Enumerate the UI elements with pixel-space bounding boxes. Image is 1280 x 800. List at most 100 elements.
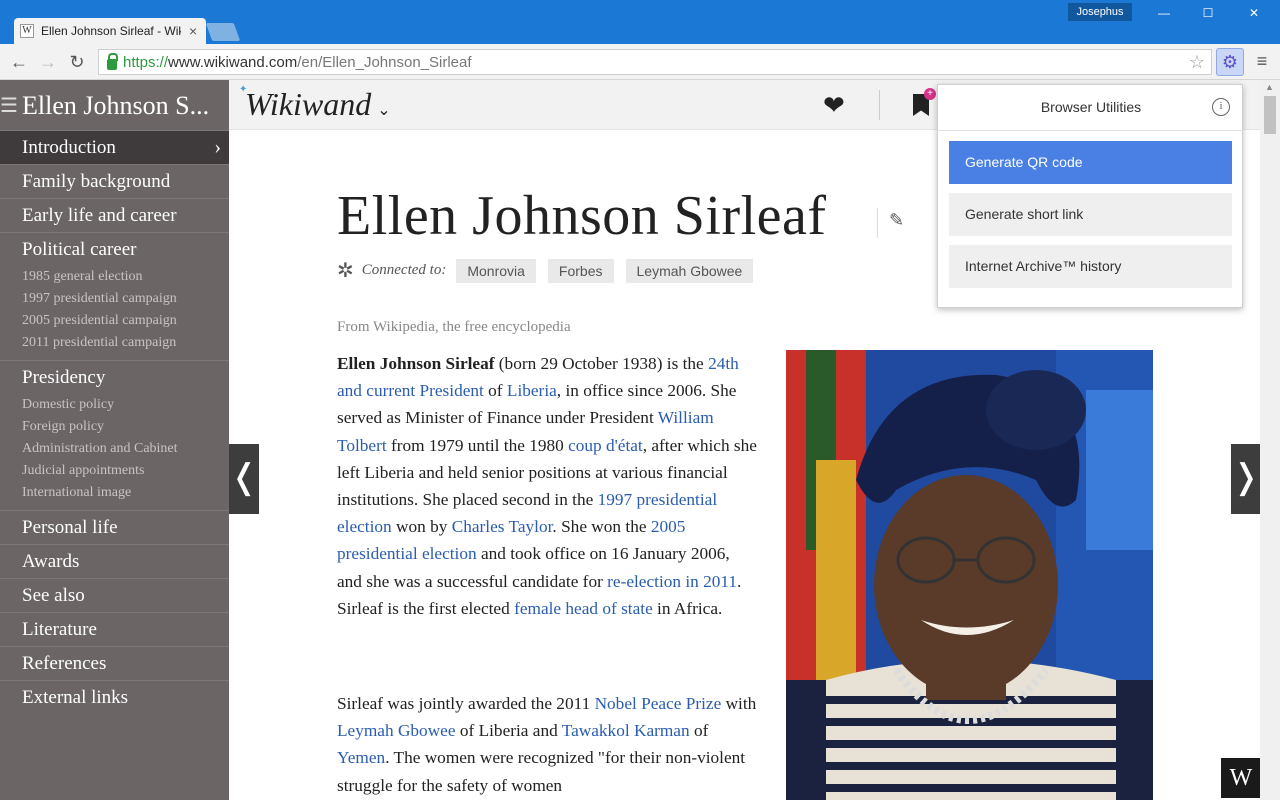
table-of-contents-sidebar: ☰ Ellen Johnson S... Introduction › Family… <box>0 80 229 800</box>
article-text: Ellen Johnson Sirleaf <box>337 354 495 373</box>
toc-section: Early life and career <box>0 198 229 232</box>
url-text: https://www.wikiwand.com/en/Ellen_Johnso… <box>123 53 472 71</box>
chevron-right-icon: › <box>214 136 221 158</box>
network-icon: ✲ <box>337 260 354 282</box>
article-text: (born 29 October 1938) is the <box>494 354 709 373</box>
connected-chip[interactable]: Monrovia <box>456 258 536 283</box>
toc-item[interactable]: Family background <box>22 165 229 198</box>
title-divider <box>877 208 878 238</box>
article-link[interactable]: female head of state <box>514 599 653 618</box>
connected-chip[interactable]: Leymah Gbowee <box>625 258 754 283</box>
tab-close-icon[interactable]: × <box>189 23 197 39</box>
browser-tab[interactable]: W Ellen Johnson Sirleaf - Wik × <box>14 18 206 44</box>
article-text: of Liberia and <box>455 721 562 741</box>
connected-chip[interactable]: Forbes <box>547 258 614 283</box>
toc-section: Presidency Domestic policy Foreign policy A… <box>0 360 229 510</box>
portrait-image <box>786 350 1153 800</box>
source-note: From Wikipedia, the free encyclopedia <box>337 319 571 335</box>
previous-arrow-button[interactable]: ❬ <box>229 444 259 514</box>
toc-item[interactable]: Presidency <box>22 361 229 394</box>
gear-icon[interactable]: ⚙ <box>1216 48 1244 76</box>
logo-text: Wikiwand <box>245 86 372 122</box>
toc-subitem[interactable]: Foreign policy <box>22 416 229 438</box>
generate-qr-code-button[interactable]: Generate QR code <box>949 141 1232 184</box>
article-link[interactable]: Nobel Peace Prize <box>595 694 722 713</box>
toc-subitem[interactable]: 1985 general election <box>22 266 229 288</box>
article-link[interactable]: Charles Taylor <box>452 517 553 536</box>
scroll-up-icon[interactable]: ▲ <box>1265 82 1274 92</box>
toc-section: Awards <box>0 544 229 578</box>
star-icon[interactable]: ☆ <box>1189 52 1205 73</box>
sparkle-icon: ✦ <box>239 84 248 95</box>
bookmark-badge: + <box>924 88 936 100</box>
toc-subitem[interactable]: Domestic policy <box>22 394 229 416</box>
toc-item[interactable]: See also <box>22 579 229 612</box>
next-arrow-button[interactable]: ❭ <box>1231 444 1261 514</box>
toc-item[interactable]: Political career <box>22 233 229 266</box>
toc-item[interactable]: Literature <box>22 613 229 646</box>
toc-item[interactable]: Personal life <box>22 511 229 544</box>
hamburger-icon[interactable]: ☰ <box>0 88 18 124</box>
toc-section: References <box>0 646 229 680</box>
page-title: Ellen Johnson Sirleaf <box>337 185 827 247</box>
article-link[interactable]: Tawakkol Karman <box>562 721 690 740</box>
article-link[interactable]: Yemen <box>337 748 385 767</box>
toc-section: External links <box>0 680 229 714</box>
toc-item[interactable]: Introduction <box>22 131 229 164</box>
article-link[interactable]: Liberia <box>507 381 557 400</box>
article-link[interactable]: Leymah Gbowee <box>337 721 456 740</box>
toc-subitem[interactable]: International image <box>22 482 229 504</box>
toc-subitem[interactable]: Administration and Cabinet <box>22 438 229 460</box>
toc-subitem[interactable]: 2011 presidential campaign <box>22 332 229 354</box>
article-link[interactable]: coup d'état <box>568 436 643 455</box>
sidebar-title-text: Ellen Johnson S... <box>22 91 210 120</box>
toc-subitem[interactable]: 2005 presidential campaign <box>22 310 229 332</box>
pencil-icon[interactable]: ✎ <box>889 210 904 231</box>
toc-subitem[interactable]: Judicial appointments <box>22 460 229 482</box>
article-text: of <box>483 381 507 401</box>
back-arrow-icon[interactable]: ← <box>8 51 30 73</box>
popup-title: Browser Utilities <box>938 85 1244 131</box>
wikiwand-corner-logo[interactable]: W <box>1221 758 1261 798</box>
minimize-icon[interactable]: — <box>1154 4 1174 22</box>
toc-sublist: 1985 general election 1997 presidential c… <box>22 266 229 360</box>
article-text: Sirleaf was jointly awarded the 2011 <box>337 694 595 713</box>
connected-to: ✲ Connected to: Monrovia Forbes Leymah G… <box>337 258 765 283</box>
toc-item[interactable]: Early life and career <box>22 199 229 232</box>
portrait-illustration <box>786 350 1153 800</box>
address-bar[interactable]: https://www.wikiwand.com/en/Ellen_Johnso… <box>98 49 1212 75</box>
toc-section: See also <box>0 578 229 612</box>
info-icon[interactable]: i <box>1212 98 1230 116</box>
profile-name[interactable]: Josephus <box>1068 3 1132 21</box>
maximize-icon[interactable]: ☐ <box>1198 4 1218 22</box>
browser-utilities-popup: Browser Utilities i Generate QR code Gen… <box>937 84 1244 308</box>
title-bar: W Ellen Johnson Sirleaf - Wik × Josephus… <box>0 0 1280 44</box>
wikiwand-logo[interactable]: ✦ Wikiwand ⌄ <box>239 84 391 123</box>
menu-icon[interactable]: ≡ <box>1252 51 1272 73</box>
toc-item[interactable]: References <box>22 647 229 680</box>
article-text: won by <box>391 517 452 537</box>
toc-section: Personal life <box>0 510 229 544</box>
reload-icon[interactable]: ↻ <box>66 51 88 73</box>
browser-toolbar: ← → ↻ https://www.wikiwand.com/en/Ellen_… <box>0 44 1280 80</box>
scrollbar[interactable]: ▲ <box>1260 80 1280 800</box>
intro-paragraph: Ellen Johnson Sirleaf (born 29 October 1… <box>337 350 757 622</box>
toc-item[interactable]: Awards <box>22 545 229 578</box>
chevron-down-icon[interactable]: ⌄ <box>377 102 390 119</box>
scrollbar-thumb[interactable] <box>1264 96 1276 134</box>
forward-arrow-icon[interactable]: → <box>37 51 59 73</box>
connected-label: Connected to: <box>361 262 447 278</box>
toc-section: Family background <box>0 164 229 198</box>
heart-icon[interactable]: ❤ <box>823 90 845 121</box>
generate-short-link-button[interactable]: Generate short link <box>949 193 1232 236</box>
toc-section: Political career 1985 general election 199… <box>0 232 229 360</box>
new-tab-button[interactable] <box>205 23 241 41</box>
article-link[interactable]: re-election in 2011 <box>607 572 737 591</box>
close-window-icon[interactable]: ✕ <box>1244 4 1264 22</box>
internet-archive-history-button[interactable]: Internet Archive™ history <box>949 245 1232 288</box>
toc-subitem[interactable]: 1997 presidential campaign <box>22 288 229 310</box>
article-text: . She won the <box>552 517 651 537</box>
toc-item[interactable]: External links <box>22 681 229 714</box>
toc-section: Introduction › <box>0 130 229 164</box>
second-paragraph: Sirleaf was jointly awarded the 2011 Nob… <box>337 690 757 799</box>
